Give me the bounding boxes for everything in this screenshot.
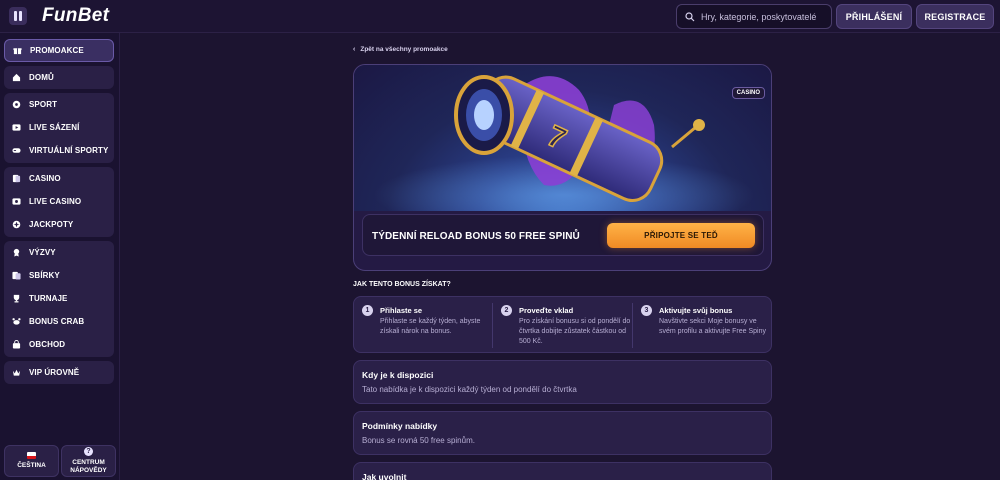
help-label-line2: NÁPOVĚDY [70,467,107,474]
step-title: Přihlaste se [380,306,423,315]
ball-icon [12,100,21,109]
sidebar-item-home[interactable]: DOMŮ [4,66,114,89]
sidebar-item-tournaments[interactable]: TURNAJE [4,287,114,310]
vip-icon [12,368,21,377]
sidebar-item-label: DOMŮ [29,73,54,82]
language-label: ČEŠTINA [17,462,46,469]
help-center-button[interactable]: ? CENTRUM NÁPOVĚDY [61,445,116,477]
sidebar-item-promo[interactable]: PROMOAKCE [4,39,114,62]
sidebar-item-live-bets[interactable]: LIVE SÁZENÍ [4,116,114,139]
sidebar: PROMOAKCE DOMŮ SPORT LIVE SÁZENÍ VIRTUÁL… [0,33,120,480]
collection-icon [12,271,21,280]
sidebar-group-rewards: VÝZVY SBÍRKY TURNAJE BONUS CRAB OBCHOD [4,241,114,357]
how-to-get-title: JAK TENTO BONUS ZÍSKAT? [353,281,451,288]
sidebar-item-label: LIVE SÁZENÍ [29,123,80,132]
search-icon [685,11,695,21]
availability-description: Tato nabídka je k dispozici každý týden … [362,385,577,394]
availability-panel: Kdy je k dispozici Tato nabídka je k dis… [353,360,772,404]
conditions-description: Bonus se rovná 50 free spinům. [362,436,475,445]
step-number: 3 [641,305,652,316]
search-input[interactable] [701,11,831,22]
medal-icon [12,248,21,257]
main-content: ‹ Zpět na všechny promoakce 7 CASINO TÝD… [121,33,1000,480]
sidebar-group-promo: PROMOAKCE [4,39,114,62]
sidebar-item-label: PROMOAKCE [30,46,84,55]
top-bar: FunBet PŘIHLÁŠENÍ REGISTRACE [0,0,1000,33]
logo[interactable]: FunBet [42,5,109,27]
sidebar-item-label: BONUS CRAB [29,317,85,326]
sidebar-group-home: DOMŮ [4,66,114,89]
back-link-label: Zpět na všechny promoakce [360,46,448,53]
sidebar-item-jackpots[interactable]: JACKPOTY [4,213,114,236]
release-panel: Jak uvolnit [353,462,772,480]
search-box[interactable] [676,4,832,29]
sidebar-group-sport: SPORT LIVE SÁZENÍ VIRTUÁLNÍ SPORTY [4,93,114,163]
sidebar-item-label: OBCHOD [29,340,66,349]
release-title: Jak uvolnit [362,472,407,480]
step-number: 1 [362,305,373,316]
help-icon: ? [84,447,93,456]
join-now-button[interactable]: PŘIPOJTE SE TEĎ [607,223,755,248]
back-link[interactable]: ‹ Zpět na všechny promoakce [353,46,448,53]
sidebar-item-label: TURNAJE [29,294,68,303]
sidebar-item-label: VIRTUÁLNÍ SPORTY [29,146,109,155]
steps-panel: 1 Přihlaste se Přihlaste se každý týden,… [353,296,772,353]
sidebar-group-vip: VIP ÚROVNĚ [4,361,114,384]
conditions-title: Podmínky nabídky [362,421,438,431]
sidebar-item-label: SPORT [29,100,58,109]
sidebar-item-challenges[interactable]: VÝZVY [4,241,114,264]
czech-flag-icon [27,452,36,459]
sidebar-item-vip[interactable]: VIP ÚROVNĚ [4,361,114,384]
promo-card: 7 CASINO TÝDENNÍ RELOAD BONUS 50 FREE SP… [353,64,772,271]
language-button[interactable]: ČEŠTINA [4,445,59,477]
trophy-icon [12,294,21,303]
step-description: Přihlaste se každý týden, abyste získali… [380,318,481,335]
casino-badge: CASINO [731,87,765,99]
step-divider [632,303,633,348]
crab-icon [12,317,21,326]
step-title: Proveďte vklad [519,306,574,315]
step-number: 2 [501,305,512,316]
sidebar-item-collections[interactable]: SBÍRKY [4,264,114,287]
live-icon [12,123,21,132]
step-description: Pro získání bonusu si od pondělí do čtvr… [519,318,631,345]
step-description: Navštivte sekci Moje bonusy ve svém prof… [659,318,766,335]
register-button[interactable]: REGISTRACE [916,4,994,29]
promo-action-box: TÝDENNÍ RELOAD BONUS 50 FREE SPINŮ PŘIPO… [362,214,764,256]
menu-icon [14,11,17,21]
sidebar-item-bonus-crab[interactable]: BONUS CRAB [4,310,114,333]
jackpot-icon [12,220,21,229]
live-casino-icon [12,197,21,206]
cards-icon [12,174,21,183]
sidebar-item-label: SBÍRKY [29,271,60,280]
conditions-panel: Podmínky nabídky Bonus se rovná 50 free … [353,411,772,455]
sidebar-item-label: CASINO [29,174,61,183]
promo-banner-image: 7 CASINO [354,65,771,235]
sidebar-group-casino: CASINO LIVE CASINO JACKPOTY [4,167,114,237]
step-title: Aktivujte svůj bonus [659,306,733,315]
sidebar-item-casino[interactable]: CASINO [4,167,114,190]
step-divider [492,303,493,348]
slot-machine-illustration: 7 [374,75,754,235]
sidebar-item-label: JACKPOTY [29,220,74,229]
sidebar-item-sport[interactable]: SPORT [4,93,114,116]
help-label-line1: CENTRUM [72,459,105,466]
gift-icon [13,46,22,55]
sidebar-item-virtual-sports[interactable]: VIRTUÁLNÍ SPORTY [4,139,114,162]
sidebar-item-label: VIP ÚROVNĚ [29,368,80,377]
sidebar-item-live-casino[interactable]: LIVE CASINO [4,190,114,213]
availability-title: Kdy je k dispozici [362,370,434,380]
sidebar-item-label: VÝZVY [29,248,56,257]
shop-icon [12,340,21,349]
sidebar-toggle-button[interactable] [9,7,27,25]
sidebar-item-label: LIVE CASINO [29,197,82,206]
gamepad-icon [12,146,21,155]
promo-title: TÝDENNÍ RELOAD BONUS 50 FREE SPINŮ [372,231,580,242]
chevron-left-icon: ‹ [353,46,356,53]
home-icon [12,73,21,82]
login-button[interactable]: PŘIHLÁŠENÍ [836,4,912,29]
sidebar-item-shop[interactable]: OBCHOD [4,333,114,356]
